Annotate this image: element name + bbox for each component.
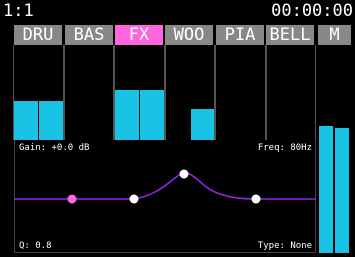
eq-band-point-4[interactable] <box>251 194 261 204</box>
eq-band-point-1[interactable] <box>67 194 77 204</box>
eq-band-point-3[interactable] <box>179 169 189 179</box>
eq-graph <box>14 169 316 204</box>
eq-curve <box>14 172 316 200</box>
eq-band-point-2[interactable] <box>129 194 139 204</box>
mixer-screen: 1:1 00:00:00 DRU BAS FX WOO PIA BELL M G… <box>0 0 355 257</box>
